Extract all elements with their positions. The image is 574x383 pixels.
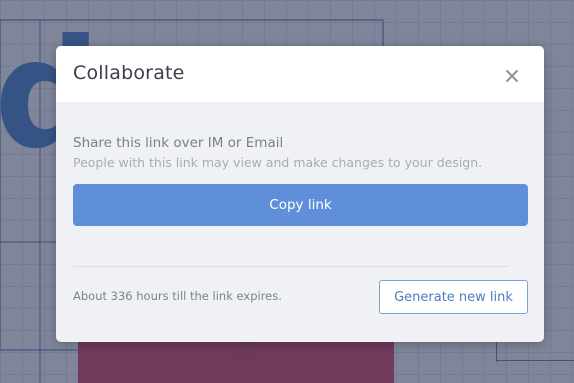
design-editor-stage: d Collaborate Share this link over IM or… — [0, 0, 574, 383]
dialog-header: Collaborate — [56, 46, 544, 102]
copy-link-button[interactable]: Copy link — [73, 184, 528, 226]
share-heading: Share this link over IM or Email — [73, 135, 284, 151]
link-expiry-text: About 336 hours till the link expires. — [73, 289, 282, 303]
generate-new-link-button[interactable]: Generate new link — [379, 280, 528, 314]
divider — [73, 266, 509, 267]
dialog-title: Collaborate — [73, 62, 185, 84]
share-description: People with this link may view and make … — [73, 155, 483, 170]
collaborate-dialog: Collaborate Share this link over IM or E… — [56, 46, 544, 342]
close-icon — [506, 70, 518, 82]
close-button[interactable] — [500, 64, 524, 88]
